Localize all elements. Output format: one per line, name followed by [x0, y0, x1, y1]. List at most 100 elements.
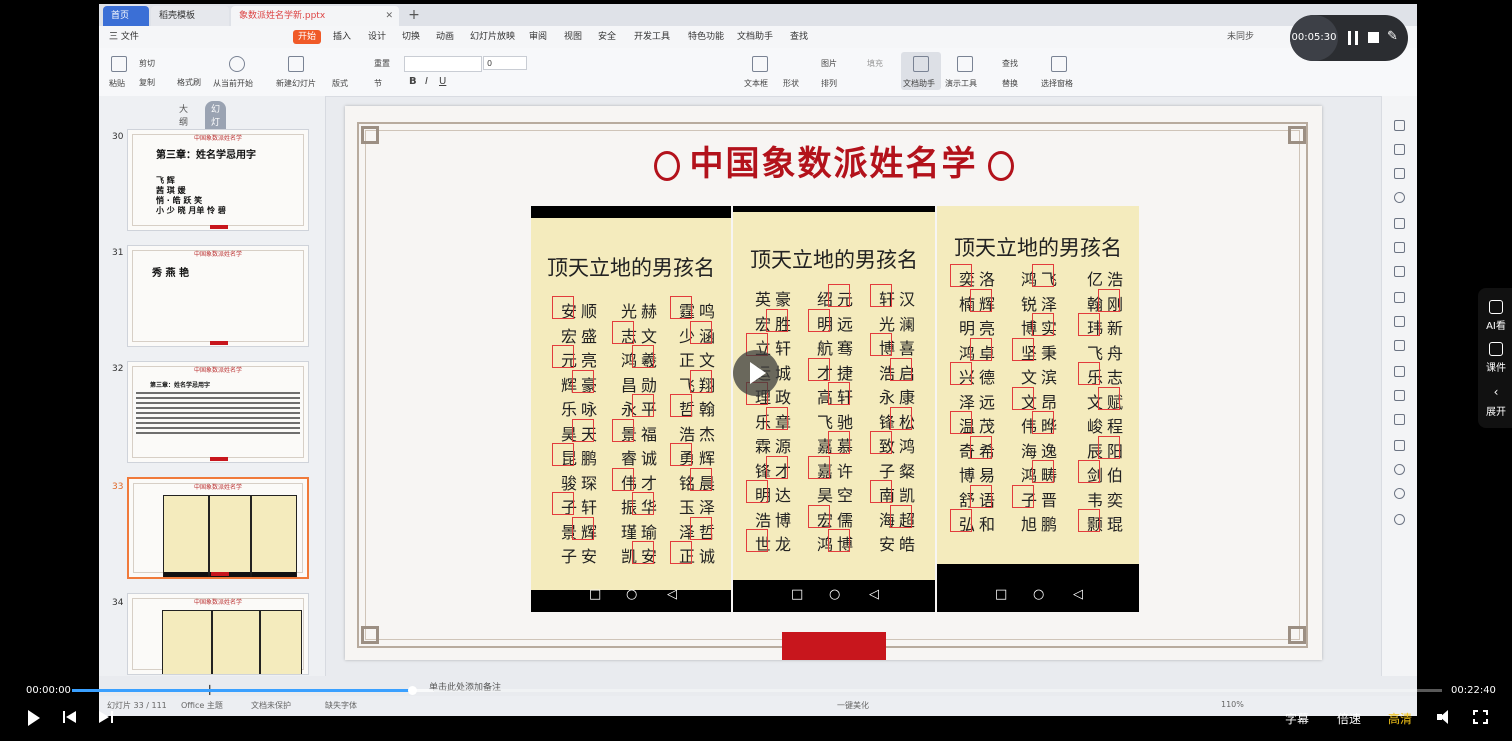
theme-name[interactable]: Office 主题	[181, 700, 223, 711]
chart-icon[interactable]	[1394, 292, 1405, 303]
archive-icon[interactable]	[1394, 390, 1405, 401]
shape-icon[interactable]	[1394, 168, 1405, 179]
replace-button[interactable]: 替换	[1002, 78, 1018, 89]
courseware-button[interactable]: 课件	[1478, 342, 1512, 374]
slide-thumbnail-30[interactable]: 中国象数派姓名学 第三章：姓名学忌用字 飞 辉 茜 琪 媛 悄 · 皓 跃 笑 …	[127, 129, 309, 231]
paste-icon[interactable]	[111, 56, 127, 72]
section-button[interactable]: 节	[374, 78, 382, 89]
sound-icon[interactable]	[1394, 440, 1405, 451]
pen-icon[interactable]: ✎	[1387, 29, 1398, 44]
font-size-select[interactable]: 0	[483, 56, 527, 70]
bold-icon[interactable]: B	[409, 76, 417, 87]
menu-insert[interactable]: 插入	[333, 30, 351, 44]
slide-canvas[interactable]: 中国象数派姓名学 顶天立地的男孩名 安顺 光赫 霆鸣 宏盛 志文 少涵 元亮 鸿羲 正文 辉豪 昌勋…	[345, 106, 1322, 660]
doc-assistant-button[interactable]: 文档助手	[903, 78, 935, 89]
next-icon[interactable]	[99, 710, 113, 724]
menu-design[interactable]: 设计	[368, 30, 386, 44]
menu-view[interactable]: 视图	[564, 30, 582, 44]
sync-status[interactable]: 未同步	[1227, 30, 1254, 44]
fullscreen-icon[interactable]	[1473, 710, 1488, 724]
textbox-button[interactable]: 文本框	[744, 78, 768, 89]
menu-slideshow[interactable]: 幻灯片放映	[470, 30, 515, 44]
progress-knob[interactable]	[408, 686, 417, 695]
tab-outline[interactable]: 大纲	[179, 102, 188, 128]
select-pane-button[interactable]: 选择窗格	[1041, 78, 1073, 89]
speed-button[interactable]: 倍速	[1337, 710, 1361, 727]
present-tools-button[interactable]: 演示工具	[945, 78, 977, 89]
table-icon[interactable]	[1394, 242, 1405, 253]
location-icon[interactable]	[1394, 192, 1405, 203]
new-slide-icon[interactable]	[288, 56, 304, 72]
add-tab-icon[interactable]: +	[405, 6, 423, 24]
menu-animation[interactable]: 动画	[436, 30, 454, 44]
highlight-box	[572, 516, 594, 540]
tab-home[interactable]: 首页	[103, 6, 149, 26]
thumb-phone	[251, 495, 297, 577]
ribbon-toolbar: 粘贴 剪切 复制 格式刷 从当前开始 新建幻灯片 版式 重置 节 0 B I U…	[99, 48, 1417, 97]
sliders-icon[interactable]	[1394, 340, 1405, 351]
font-name-select[interactable]	[404, 56, 482, 72]
zoom-level[interactable]: 110%	[1221, 700, 1244, 709]
image-icon[interactable]	[1394, 414, 1405, 425]
doc-assistant-icon[interactable]	[913, 56, 929, 72]
history-icon[interactable]	[1394, 514, 1405, 525]
menu-start[interactable]: 开始	[293, 30, 322, 44]
ai-button[interactable]: AI看	[1478, 300, 1512, 332]
arrange-button[interactable]: 排列	[821, 78, 837, 89]
play-from-current-button[interactable]: 从当前开始	[213, 78, 253, 89]
cut-button[interactable]: 剪切	[139, 58, 155, 69]
format-painter-button[interactable]: 格式刷	[177, 77, 201, 88]
stop-icon[interactable]	[1368, 32, 1379, 43]
italic-icon[interactable]: I	[425, 76, 428, 87]
missing-font[interactable]: 缺失字体	[325, 700, 357, 711]
menu-review[interactable]: 审阅	[529, 30, 547, 44]
underline-icon[interactable]: U	[439, 76, 446, 87]
quality-button[interactable]: 高清	[1388, 710, 1412, 727]
menu-security[interactable]: 安全	[598, 30, 616, 44]
play-icon[interactable]	[28, 710, 40, 726]
tab-document[interactable]: 象数派姓名学新.pptx ✕	[231, 6, 399, 26]
play-from-current-icon[interactable]	[229, 56, 245, 72]
textbox-icon[interactable]	[752, 56, 768, 72]
close-icon[interactable]: ✕	[385, 6, 393, 26]
user-icon[interactable]	[1394, 218, 1405, 229]
beautify-button[interactable]: 一键美化	[837, 700, 869, 711]
find-button[interactable]: 查找	[1002, 58, 1018, 69]
reset-button[interactable]: 重置	[374, 58, 390, 69]
menu-developer[interactable]: 开发工具	[634, 30, 670, 44]
copy-button[interactable]: 复制	[139, 77, 155, 88]
slide-thumbnail-32[interactable]: 中国象数派姓名学 第三章：姓名学忌用字	[127, 361, 309, 463]
menu-transition[interactable]: 切换	[402, 30, 420, 44]
protect-status[interactable]: 文档未保护	[251, 700, 291, 711]
fill-button[interactable]: 填充	[867, 58, 883, 69]
menu-search[interactable]: 查找	[790, 30, 808, 44]
slide-thumbnail-33[interactable]: 中国象数派姓名学	[127, 477, 309, 579]
paste-button[interactable]: 粘贴	[109, 78, 125, 89]
slide-thumbnail-34[interactable]: 中国象数派姓名学	[127, 593, 309, 675]
menu-doc-assistant[interactable]: 文档助手	[737, 30, 773, 44]
layout-button[interactable]: 版式	[332, 78, 348, 89]
play-overlay-button[interactable]	[733, 350, 779, 396]
select-pane-icon[interactable]	[1051, 56, 1067, 72]
pause-icon[interactable]	[1348, 31, 1358, 45]
settings-icon[interactable]	[1394, 316, 1405, 327]
star-icon[interactable]	[1394, 120, 1405, 131]
slide-thumbnail-31[interactable]: 中国象数派姓名学 秀 燕 艳	[127, 245, 309, 347]
share-icon[interactable]	[1394, 366, 1405, 377]
grid-icon[interactable]	[1394, 266, 1405, 277]
tab-template[interactable]: 稻壳模板	[151, 6, 229, 26]
subtitle-button[interactable]: 字幕	[1285, 710, 1309, 727]
layers-icon[interactable]	[1394, 144, 1405, 155]
menu-file[interactable]: 三 文件	[109, 30, 139, 44]
previous-icon[interactable]	[63, 710, 77, 724]
shape-button[interactable]: 形状	[783, 78, 799, 89]
new-slide-button[interactable]: 新建幻灯片	[276, 78, 316, 89]
expand-button[interactable]: ‹ 展开	[1478, 386, 1512, 418]
help-icon[interactable]	[1394, 488, 1405, 499]
picture-button[interactable]: 图片	[821, 58, 837, 69]
volume-icon[interactable]	[1437, 710, 1453, 724]
present-tools-icon[interactable]	[957, 56, 973, 72]
target-icon[interactable]	[1394, 464, 1405, 475]
menu-features[interactable]: 特色功能	[688, 30, 724, 44]
title-bar: 首页 稻壳模板 象数派姓名学新.pptx ✕ +	[99, 4, 1417, 26]
